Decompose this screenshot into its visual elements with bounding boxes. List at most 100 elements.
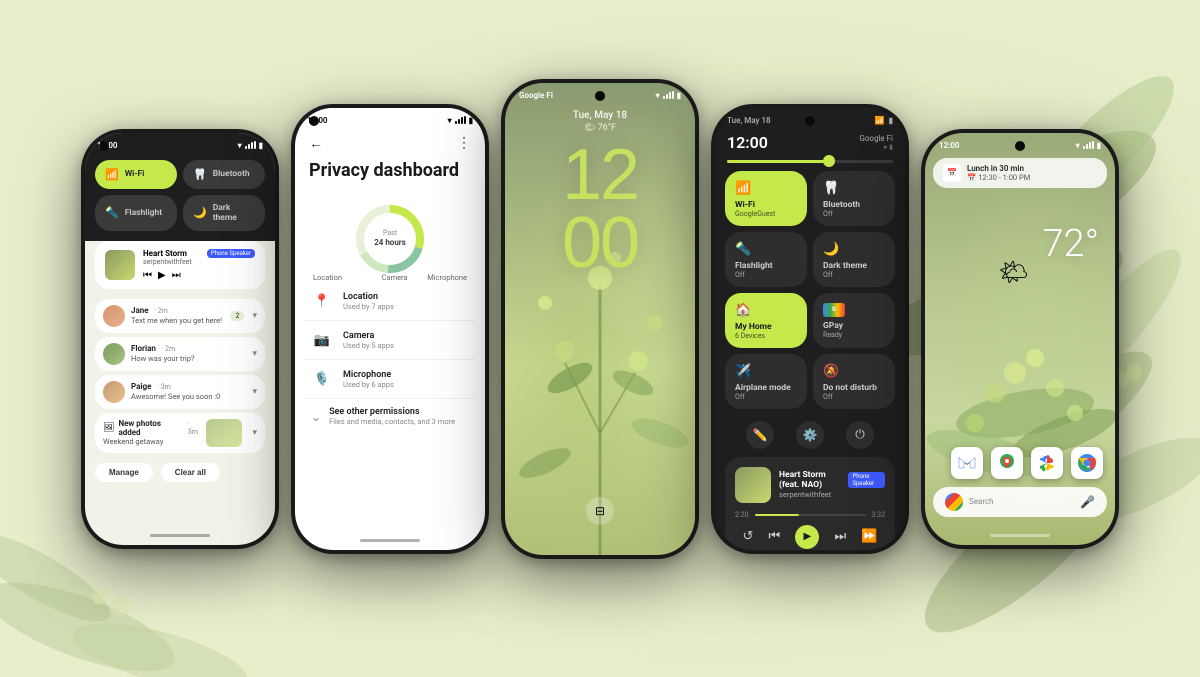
phone-4-media-badge: Phone Speaker xyxy=(848,472,885,488)
microphone-name: Microphone xyxy=(343,370,469,380)
qs-dnd-tile[interactable]: 🔕 Do not disturb Off xyxy=(813,354,895,409)
replay-button[interactable]: ↺ xyxy=(743,529,754,544)
phone-4-screen: Tue, May 18 📶 ▮ 12:00 Google Fi ● ▮ xyxy=(715,108,905,550)
camera-info: Camera Used by 5 apps xyxy=(343,331,469,350)
battery-icon: ▮ xyxy=(259,141,263,150)
next-button-p4[interactable]: ⏭ xyxy=(834,529,846,544)
clear-all-button[interactable]: Clear all xyxy=(161,463,220,482)
carrier-icon: ● ▮ xyxy=(859,143,893,151)
media-artist: serpentwithfeet xyxy=(143,258,255,266)
photos-thumb xyxy=(206,419,242,447)
next-button[interactable]: ⏭ xyxy=(172,270,181,281)
action-row: Manage Clear all xyxy=(85,459,275,490)
qs-bt-label: Bluetooth xyxy=(823,200,885,210)
qs-bt-sub: Off xyxy=(823,210,885,218)
bluetooth-tile-label: Bluetooth xyxy=(213,169,250,179)
phone-1-status-bar: 12:00 ▾ ▮ xyxy=(85,133,275,154)
brightness-knob[interactable] xyxy=(823,155,835,167)
qs-wifi-sub: GoogleGuest xyxy=(735,210,797,218)
prev-button[interactable]: ⏮ xyxy=(143,270,152,281)
camera-name: Camera xyxy=(343,331,469,341)
back-button[interactable]: ← xyxy=(309,135,323,152)
florian-expand-icon[interactable]: ▾ xyxy=(252,349,257,359)
camera-item[interactable]: 📷 Camera Used by 5 apps xyxy=(305,321,475,360)
svg-text:Past: Past xyxy=(383,229,398,237)
qs-gpay-tile[interactable]: G GPay Ready xyxy=(813,293,895,348)
notification-list: Jane · 2m Text me when you get here! 2 ▾… xyxy=(85,295,275,413)
gmail-icon[interactable] xyxy=(951,447,983,479)
photos-icon[interactable] xyxy=(1031,447,1063,479)
phone-1: 12:00 ▾ ▮ 📶 Wi-Fi xyxy=(81,129,279,549)
flashlight-tile-icon: 🔦 xyxy=(105,206,119,219)
phone-5-notification[interactable]: 📅 Lunch in 30 min 📅 12:30 - 1:00 PM xyxy=(933,158,1107,188)
privacy-items-list: 📍 Location Used by 7 apps 📷 Camera Used … xyxy=(295,282,485,399)
notification-jane: Jane · 2m Text me when you get here! 2 ▾ xyxy=(95,299,265,333)
brightness-slider[interactable] xyxy=(727,160,893,163)
quick-tiles: 📶 Wi-Fi 🦷 Bluetooth 🔦 Flashlight 🌙 Dark … xyxy=(85,154,275,241)
privacy-chart: Past 24 hours Location Camera Microphone xyxy=(295,191,485,282)
phone-3-screen: Google Fi ▾ ▮ Tue, May 18 🌤 76°F 1200 ⊟ xyxy=(505,83,695,555)
photos-icon: 🖼 xyxy=(103,423,114,433)
paige-name: Paige xyxy=(131,382,151,391)
location-item[interactable]: 📍 Location Used by 7 apps xyxy=(305,282,475,321)
play-button-p4[interactable]: ▶ xyxy=(795,525,819,549)
app-row xyxy=(933,447,1107,479)
voice-search-icon[interactable]: 🎤 xyxy=(1080,495,1095,509)
phone-2-header: ← ⋮ xyxy=(295,129,485,156)
qs-home-tile[interactable]: 🏠 My Home 6 Devices xyxy=(725,293,807,348)
phone-5-screen: 12:00 ▾ ▮ 📅 Lunch in 30 min 📅 12:30 - 1 xyxy=(925,133,1115,545)
phone-3-date: Tue, May 18 xyxy=(505,104,695,121)
battery-icon-p2: ▮ xyxy=(469,116,473,125)
darktheme-tile[interactable]: 🌙 Dark theme xyxy=(183,195,265,231)
manage-button[interactable]: Manage xyxy=(95,463,153,482)
photos-expand-icon[interactable]: ▾ xyxy=(252,428,257,438)
phone-1-camera xyxy=(99,141,109,151)
phone-3-app: Google Fi xyxy=(519,91,553,100)
phone-4-status-icons: 📶 ▮ xyxy=(875,116,893,125)
photos-notification: 🖼 New photos added · 5m Weekend getaway … xyxy=(95,413,265,453)
phone-4-content: Tue, May 18 📶 ▮ 12:00 Google Fi ● ▮ xyxy=(715,108,905,550)
bluetooth-tile[interactable]: 🦷 Bluetooth xyxy=(183,160,265,189)
qs-dark-tile[interactable]: 🌙 Dark theme Off xyxy=(813,232,895,287)
qs-flash-sub: Off xyxy=(735,271,797,279)
wifi-icon-p4: 📶 xyxy=(875,116,885,125)
phone-3: Google Fi ▾ ▮ Tue, May 18 🌤 76°F 1200 ⊟ xyxy=(501,79,699,559)
qs-flash-icon: 🔦 xyxy=(735,242,751,257)
see-other-permissions[interactable]: ⌄ See other permissions Files and media,… xyxy=(295,399,485,434)
more-options-button[interactable]: ⋮ xyxy=(457,135,471,151)
microphone-item[interactable]: 🎙️ Microphone Used by 6 apps xyxy=(305,360,475,399)
paige-expand-icon[interactable]: ▾ xyxy=(252,387,257,397)
chrome-icon[interactable] xyxy=(1071,447,1103,479)
qs-flash-tile[interactable]: 🔦 Flashlight Off xyxy=(725,232,807,287)
media-title: Heart Storm xyxy=(143,249,187,258)
phone-4-media-title: Heart Storm (feat. NAO) xyxy=(779,470,844,490)
qs-bt-tile[interactable]: 🦷 Bluetooth Off xyxy=(813,171,895,226)
progress-bar[interactable] xyxy=(755,514,866,516)
phone-2-screen: 12:00 ▾ ▮ ← ⋮ Privacy dashboard xyxy=(295,108,485,550)
flashlight-tile-label: Flashlight xyxy=(125,208,162,218)
media-album-art xyxy=(105,250,135,280)
flashlight-tile[interactable]: 🔦 Flashlight xyxy=(95,195,177,231)
home-indicator[interactable]: ⊟ xyxy=(586,497,614,525)
qs-airplane-tile[interactable]: ✈️ Airplane mode Off xyxy=(725,354,807,409)
camera-icon: 📷 xyxy=(311,329,333,351)
wifi-tile-icon: 📶 xyxy=(105,168,119,181)
phone-4-date: Tue, May 18 xyxy=(727,116,771,125)
prev-button-p4[interactable]: ⏮ xyxy=(769,529,781,544)
phone-3-status-icons: ▾ ▮ xyxy=(656,91,681,100)
power-button[interactable]: ⏻ xyxy=(846,421,874,449)
expand-icon[interactable]: ▾ xyxy=(252,311,257,321)
qs-home-sub: 6 Devices xyxy=(735,332,797,340)
search-bar[interactable]: Search 🎤 xyxy=(933,487,1107,517)
camera-label: Camera xyxy=(382,273,408,282)
play-button[interactable]: ▶ xyxy=(158,270,166,281)
wifi-tile[interactable]: 📶 Wi-Fi xyxy=(95,160,177,189)
settings-button[interactable]: ⚙️ xyxy=(796,421,824,449)
forward-button[interactable]: ⏩ xyxy=(861,529,877,544)
maps-icon[interactable] xyxy=(991,447,1023,479)
qs-gpay-sub: Ready xyxy=(823,331,885,339)
phone-5-notif-title: Lunch in 30 min xyxy=(967,164,1030,173)
edit-button[interactable]: ✏️ xyxy=(746,421,774,449)
qs-wifi-tile[interactable]: 📶 Wi-Fi GoogleGuest xyxy=(725,171,807,226)
paige-text: Awesome! See you soon :0 xyxy=(131,392,246,401)
